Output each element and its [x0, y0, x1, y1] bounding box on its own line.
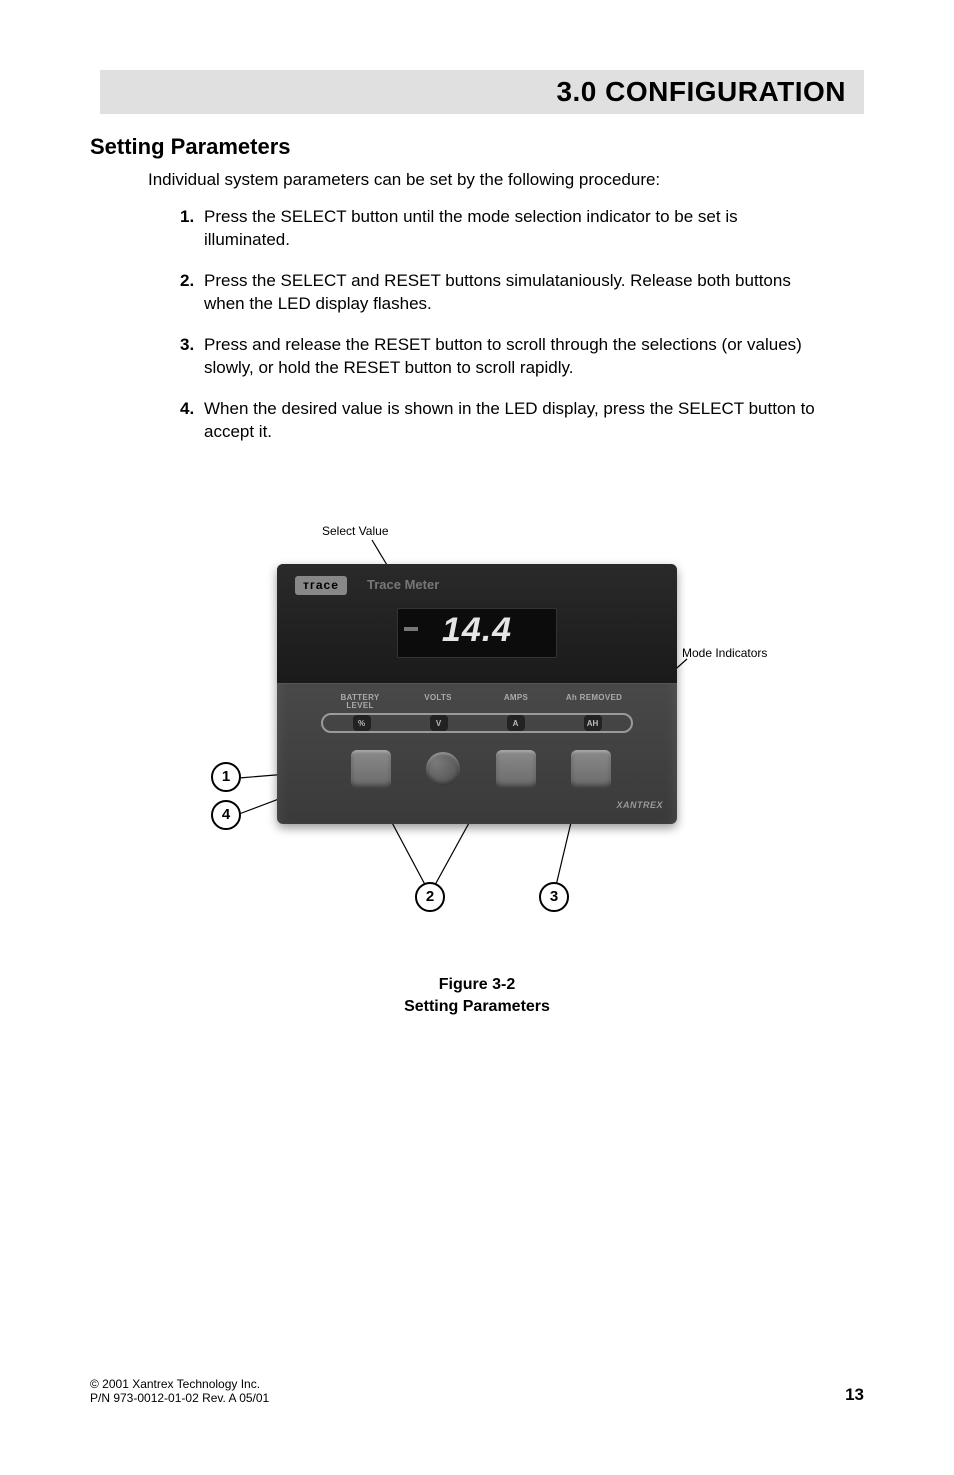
- reset-button[interactable]: [496, 750, 536, 788]
- procedure-list: 1. Press the SELECT button until the mod…: [180, 206, 824, 444]
- indicator-oval: % V A AH: [321, 713, 633, 733]
- label-amps: AMPS: [477, 694, 555, 712]
- callout-circle-3: 3: [539, 882, 569, 912]
- device-top-panel: тгасе Trace Meter 14.4: [277, 564, 677, 684]
- intro-paragraph: Individual system parameters can be set …: [148, 170, 864, 190]
- indicator-labels: BATTERY LEVEL VOLTS AMPS Ah REMOVED: [321, 694, 633, 712]
- negative-indicator: [404, 627, 418, 631]
- step-3: 3. Press and release the RESET button to…: [180, 334, 824, 380]
- indicator-v-icon: V: [430, 715, 448, 731]
- indicator-ah-icon: AH: [584, 715, 602, 731]
- label-ah: Ah REMOVED: [555, 694, 633, 712]
- mode-indicator-strip: BATTERY LEVEL VOLTS AMPS Ah REMOVED % V …: [321, 694, 633, 734]
- select-button[interactable]: [351, 750, 391, 788]
- part-number: P/N 973-0012-01-02 Rev. A 05/01: [90, 1391, 269, 1405]
- subsection-heading: Setting Parameters: [90, 134, 864, 160]
- manufacturer-logo: XANTREX: [616, 800, 663, 810]
- step-text: Press the SELECT and RESET buttons simul…: [204, 270, 824, 316]
- callout-select-value: Select Value: [322, 524, 389, 538]
- step-number: 4.: [180, 398, 204, 444]
- device-title: Trace Meter: [367, 577, 439, 592]
- callout-circle-1: 1: [211, 762, 241, 792]
- step-number: 3.: [180, 334, 204, 380]
- label-volts: VOLTS: [399, 694, 477, 712]
- step-text: Press and release the RESET button to sc…: [204, 334, 824, 380]
- brand-badge: тгасе: [295, 576, 347, 595]
- indicator-pct-icon: %: [353, 715, 371, 731]
- step-text: When the desired value is shown in the L…: [204, 398, 824, 444]
- step-1: 1. Press the SELECT button until the mod…: [180, 206, 824, 252]
- lcd-display: 14.4: [397, 608, 557, 658]
- button-row: [351, 750, 611, 788]
- step-number: 2.: [180, 270, 204, 316]
- page-number: 13: [845, 1385, 864, 1405]
- step-text: Press the SELECT button until the mode s…: [204, 206, 824, 252]
- step-4: 4. When the desired value is shown in th…: [180, 398, 824, 444]
- figure-number: Figure 3-2: [90, 974, 864, 996]
- figure-wrapper: Select Value Mode Indicators 1 4 2 3 тга…: [127, 514, 827, 974]
- callout-mode-indicators: Mode Indicators: [682, 646, 767, 660]
- page-footer: © 2001 Xantrex Technology Inc. P/N 973-0…: [90, 1377, 864, 1405]
- callout-circle-4: 4: [211, 800, 241, 830]
- lcd-value: 14.4: [442, 611, 512, 649]
- figure-caption: Figure 3-2 Setting Parameters: [90, 974, 864, 1019]
- center-button[interactable]: [426, 752, 460, 786]
- indicator-a-icon: A: [507, 715, 525, 731]
- step-2: 2. Press the SELECT and RESET buttons si…: [180, 270, 824, 316]
- device-panel: тгасе Trace Meter 14.4 BATTERY LEVEL VOL…: [277, 564, 677, 824]
- label-battery: BATTERY LEVEL: [321, 694, 399, 712]
- aux-button[interactable]: [571, 750, 611, 788]
- callout-circle-2: 2: [415, 882, 445, 912]
- section-header: 3.0 CONFIGURATION: [100, 70, 864, 114]
- step-number: 1.: [180, 206, 204, 252]
- footer-left: © 2001 Xantrex Technology Inc. P/N 973-0…: [90, 1377, 269, 1405]
- figure-title: Setting Parameters: [90, 996, 864, 1018]
- copyright: © 2001 Xantrex Technology Inc.: [90, 1377, 269, 1391]
